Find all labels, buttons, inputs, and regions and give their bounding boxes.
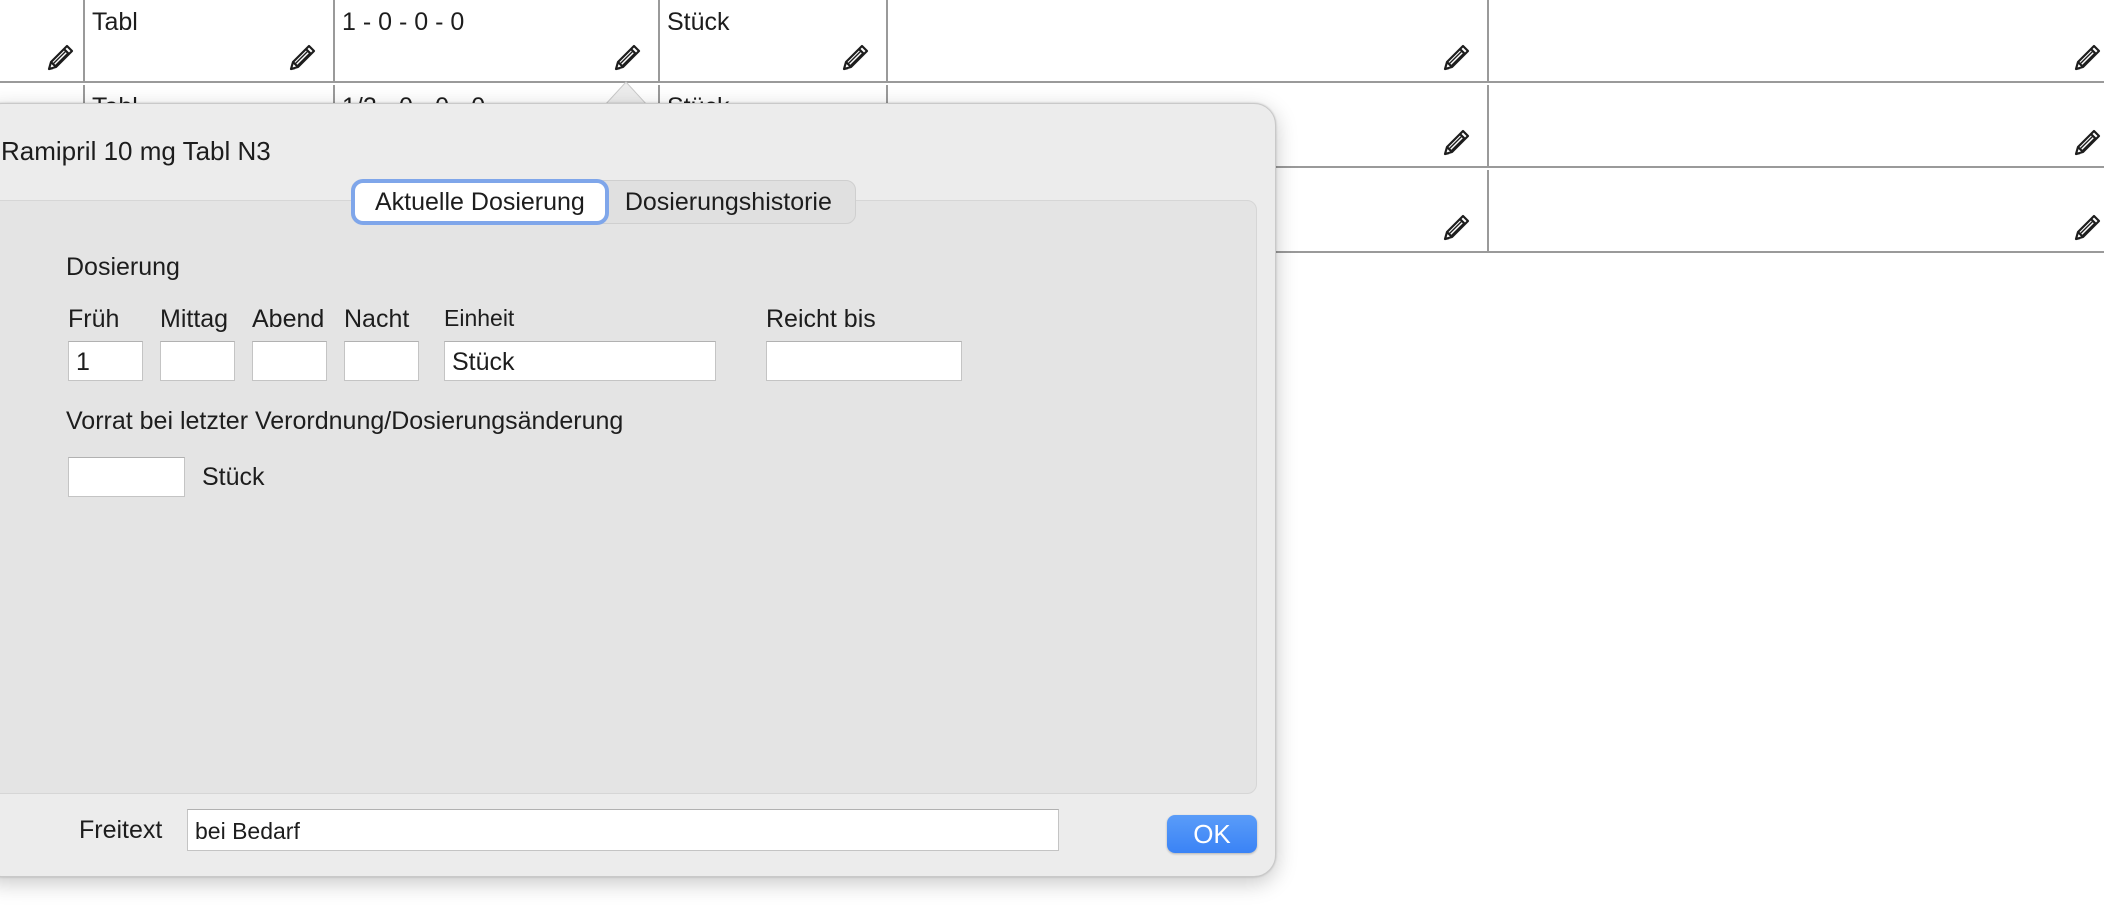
table-cell[interactable]: 1 - 0 - 0 - 0 <box>335 0 660 81</box>
table-cell[interactable] <box>888 0 1489 81</box>
label-frueh: Früh <box>68 305 120 333</box>
pencil-icon[interactable] <box>1441 211 1473 243</box>
pencil-icon[interactable] <box>2072 126 2104 158</box>
cell-einheit2: Stück <box>667 8 730 36</box>
table-cell[interactable]: Stück <box>660 0 888 81</box>
reicht-bis-input[interactable] <box>766 341 962 381</box>
dosage-tabs: Aktuelle Dosierung Dosierungshistorie <box>351 180 856 224</box>
pencil-icon[interactable] <box>45 41 77 73</box>
cell-einheit: Tabl <box>92 8 138 36</box>
mittag-input[interactable] <box>160 341 235 381</box>
screen: Tabl 1 - 0 - 0 - 0 Stück Ramipril 10 mg … <box>0 0 2104 914</box>
table-row[interactable]: Tabl 1 - 0 - 0 - 0 Stück <box>0 0 2104 83</box>
freitext-label: Freitext <box>79 816 163 844</box>
vorrat-heading: Vorrat bei letzter Verordnung/Dosierungs… <box>66 407 624 435</box>
cell-dosierung: 1 - 0 - 0 - 0 <box>342 8 465 36</box>
dosage-popover: Ramipril 10 mg Tabl N3 Dosierung Früh Mi… <box>0 103 1276 877</box>
pencil-icon[interactable] <box>287 41 319 73</box>
frueh-input[interactable] <box>68 341 143 381</box>
popover-title: Ramipril 10 mg Tabl N3 <box>1 136 271 166</box>
pencil-icon[interactable] <box>612 41 644 73</box>
dosierung-heading: Dosierung <box>66 253 180 281</box>
vorrat-input[interactable] <box>68 457 185 497</box>
tab-panel: Dosierung Früh Mittag Abend Nacht Einhei… <box>0 200 1257 794</box>
pencil-icon[interactable] <box>840 41 872 73</box>
table-cell[interactable] <box>1489 170 2104 251</box>
table-cell[interactable] <box>0 0 85 81</box>
table-cell[interactable]: Tabl <box>85 0 335 81</box>
tab-dosierungshistorie[interactable]: Dosierungshistorie <box>605 183 852 221</box>
table-cell[interactable] <box>1489 0 2104 81</box>
label-mittag: Mittag <box>160 305 229 333</box>
label-reicht-bis: Reicht bis <box>766 305 876 333</box>
freitext-input[interactable] <box>187 809 1059 851</box>
vorrat-unit-label: Stück <box>202 463 265 491</box>
label-nacht: Nacht <box>344 305 410 333</box>
label-abend: Abend <box>252 305 325 333</box>
pencil-icon[interactable] <box>1441 126 1473 158</box>
label-einheit: Einheit <box>444 305 515 331</box>
nacht-input[interactable] <box>344 341 419 381</box>
ok-button[interactable]: OK <box>1167 815 1257 853</box>
pencil-icon[interactable] <box>2072 211 2104 243</box>
einheit-input[interactable] <box>444 341 716 381</box>
abend-input[interactable] <box>252 341 327 381</box>
table-cell[interactable] <box>1489 85 2104 166</box>
pencil-icon[interactable] <box>2072 41 2104 73</box>
tab-aktuelle-dosierung[interactable]: Aktuelle Dosierung <box>355 183 605 221</box>
pencil-icon[interactable] <box>1441 41 1473 73</box>
